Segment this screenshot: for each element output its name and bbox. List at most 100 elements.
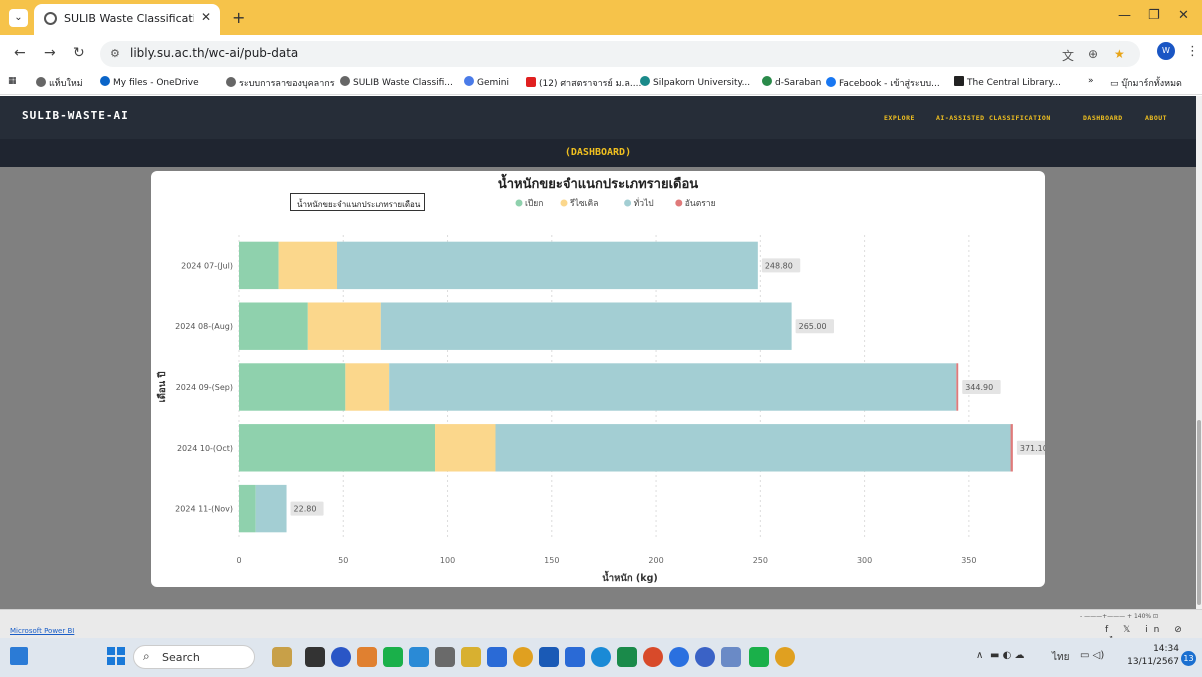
search-icon: ⌕ (143, 649, 150, 663)
edge-icon[interactable] (591, 647, 611, 667)
bookmark-item[interactable]: ระบบการลาของบุคลากร (226, 76, 335, 90)
app-icon[interactable] (487, 647, 507, 667)
back-icon[interactable]: ← (14, 45, 26, 61)
tray-overflow-icon[interactable]: ∧ (976, 650, 983, 661)
clock-date: 13/11/2567 (1127, 657, 1179, 667)
nav-about[interactable]: ABOUT (1145, 114, 1167, 122)
nav-explore[interactable]: EXPLORE (884, 114, 915, 122)
app-icon[interactable] (272, 647, 292, 667)
restore-icon[interactable]: ❐ (1148, 8, 1160, 23)
app-icon[interactable] (461, 647, 481, 667)
app-icon[interactable] (435, 647, 455, 667)
bookmark-star-icon[interactable]: ★ (1114, 47, 1125, 61)
browser-tab[interactable]: SULIB Waste Classification Syst ✕ (34, 4, 220, 35)
chrome-icon[interactable] (775, 647, 795, 667)
data-label: 371.10 (1020, 444, 1045, 453)
bar-segment (239, 241, 279, 290)
network-volume-icons[interactable]: ▭ ◁) (1080, 650, 1104, 661)
input-language[interactable]: ไทย (1052, 650, 1069, 665)
app-icon[interactable] (357, 647, 377, 667)
excel-icon[interactable] (617, 647, 637, 667)
bookmark-item[interactable]: My files - OneDrive (100, 76, 199, 88)
bookmark-item[interactable]: SULIB Waste Classifi... (340, 76, 453, 88)
clock-time: 14:34 (1153, 644, 1179, 654)
apps-grid-icon[interactable]: ▦ (8, 76, 17, 86)
close-window-icon[interactable]: ✕ (1178, 8, 1189, 23)
start-icon[interactable] (107, 647, 125, 665)
zoom-slider[interactable]: - ———+——— + 140% ⊡ (1080, 613, 1158, 620)
tab-search-menu-icon[interactable]: ⌄ (9, 9, 28, 27)
y-tick-label: 2024 10-(Oct) (177, 444, 233, 453)
url-text[interactable]: libly.su.ac.th/wc-ai/pub-data (130, 46, 298, 60)
translate-icon[interactable]: 文 (1062, 47, 1074, 64)
app-icon[interactable] (305, 647, 325, 667)
app-icon[interactable] (331, 647, 351, 667)
y-axis-title: เดือน ปี (156, 372, 168, 403)
browser-menu-icon[interactable]: ⋮ (1186, 44, 1199, 59)
chart-title: น้ำหนักขยะจำแนกประเภทรายเดือน (498, 173, 698, 192)
powerbi-link[interactable]: Microsoft Power BI (10, 627, 74, 635)
app-icon[interactable] (539, 647, 559, 667)
browser-tab-strip: ⌄ SULIB Waste Classification Syst ✕ + — … (0, 0, 1202, 35)
x-tick-label: 350 (961, 556, 976, 565)
tray-icons[interactable]: ▬ ◐ ☁ (990, 650, 1025, 661)
bookmark-item[interactable]: The Central Library... (954, 76, 1061, 88)
bookmark-item[interactable]: แท็บใหม่ (36, 76, 83, 90)
omnibox[interactable]: ⚙ libly.su.ac.th/wc-ai/pub-data 文 ⊕ ★ (100, 41, 1140, 67)
notification-badge[interactable]: 13 (1181, 651, 1196, 666)
site-favicon-icon (44, 12, 57, 25)
nav-ai-classification[interactable]: AI-ASSISTED CLASSIFICATION (936, 114, 1051, 122)
youtube-icon (526, 77, 536, 87)
bar-segment (380, 302, 792, 350)
page-subheader: (DASHBOARD) (0, 139, 1196, 167)
page-scrollbar-thumb[interactable] (1197, 420, 1201, 605)
site-info-icon[interactable]: ⚙ (110, 47, 120, 60)
legend-label: เปียก (525, 198, 543, 209)
nav-dashboard[interactable]: DASHBOARD (1083, 114, 1123, 122)
library-icon (954, 76, 964, 86)
data-label: 344.90 (965, 383, 993, 392)
y-tick-label: 2024 07-(Jul) (181, 261, 233, 270)
profile-avatar[interactable]: W (1157, 42, 1175, 60)
minimize-icon[interactable]: — (1118, 8, 1131, 23)
line-icon[interactable] (383, 647, 403, 667)
word-icon[interactable] (565, 647, 585, 667)
taskbar-search[interactable]: ⌕ Search (133, 645, 255, 669)
bookmark-item[interactable]: (12) ศาสตราจารย์ ม.ล.... (526, 76, 641, 90)
app-icon[interactable] (721, 647, 741, 667)
zoom-icon[interactable]: ⊕ (1088, 47, 1098, 61)
report-slicer[interactable]: น้ำหนักขยะจำแนกประเภทรายเดือน (290, 193, 425, 211)
bar-segment (239, 302, 308, 350)
legend-marker (624, 199, 632, 207)
legend-marker (675, 199, 683, 207)
bookmark-item[interactable]: Silpakorn University... (640, 76, 750, 88)
address-bar-row: ← → ↻ ⚙ libly.su.ac.th/wc-ai/pub-data 文 … (0, 35, 1202, 71)
onedrive-icon (100, 76, 110, 86)
bookmark-item[interactable]: Facebook - เข้าสู่ระบบ... (826, 76, 940, 90)
app-icon[interactable] (409, 647, 429, 667)
saraban-icon (762, 76, 772, 86)
app-icon[interactable] (695, 647, 715, 667)
facebook-icon (826, 77, 836, 87)
powerpoint-icon[interactable] (643, 647, 663, 667)
new-tab-icon[interactable]: + (232, 8, 245, 27)
zoom-app-icon[interactable] (669, 647, 689, 667)
globe-icon (340, 76, 350, 86)
bookmark-item[interactable]: Gemini (464, 76, 509, 88)
site-brand[interactable]: SULIB-WASTE-AI (22, 109, 129, 122)
windows-taskbar: ⌕ Search ∧ ▬ ◐ ☁ ไทย ▭ ◁) 14:34 13/11/25… (0, 638, 1202, 677)
all-bookmarks-folder[interactable]: ▭ บุ๊กมาร์กทั้งหมด (1110, 76, 1182, 90)
forward-icon[interactable]: → (44, 45, 56, 61)
widgets-icon[interactable] (10, 647, 28, 665)
silpakorn-icon (640, 76, 650, 86)
bookmark-item[interactable]: d-Saraban (762, 76, 821, 88)
folder-icon: ▭ (1110, 79, 1122, 89)
y-tick-label: 2024 09-(Sep) (176, 383, 233, 392)
bar-segment (239, 484, 256, 533)
chrome-icon[interactable] (513, 647, 533, 667)
close-tab-icon[interactable]: ✕ (201, 10, 211, 24)
more-bookmarks-icon[interactable]: » (1088, 76, 1094, 86)
line-icon[interactable] (749, 647, 769, 667)
taskbar-clock[interactable]: 14:34 13/11/2567 (1127, 643, 1179, 669)
reload-icon[interactable]: ↻ (73, 45, 85, 61)
